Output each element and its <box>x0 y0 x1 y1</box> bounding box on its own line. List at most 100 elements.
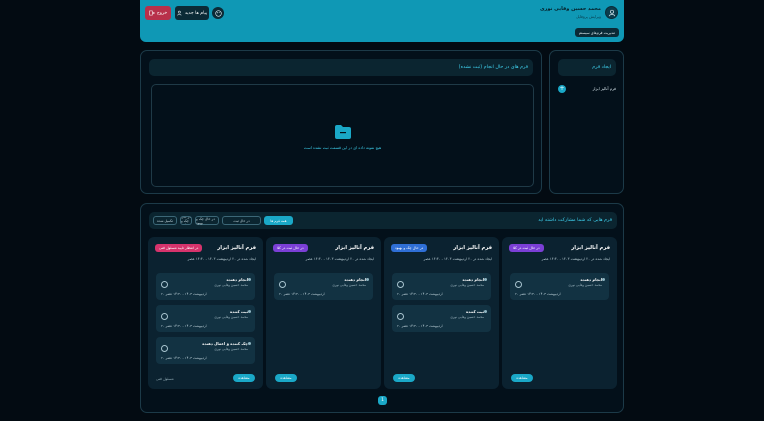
logout-button[interactable]: خروج <box>145 6 171 20</box>
status-badge: در حال ثبت در کلا <box>509 244 544 252</box>
status-badge: در حال چک و بهبود <box>391 244 428 252</box>
tab-completed[interactable]: تکمیل شده <box>153 216 177 225</box>
participant-name: محمد حسین وفایی نوری <box>332 283 366 287</box>
in-progress-panel: فرم های در حال انجام (ثبت نشده) هیچ نمون… <box>140 50 542 194</box>
logout-label: خروج <box>156 10 168 16</box>
pagination-page-1[interactable]: 1 <box>378 396 387 405</box>
user-icon <box>161 345 168 352</box>
view-button[interactable]: مشاهده <box>511 374 533 382</box>
in-progress-title-bar: فرم های در حال انجام (ثبت نشده) <box>149 59 533 76</box>
logout-icon <box>149 10 155 16</box>
form-created-date: ایجاد شده در ۲۰ اردیبهشت ۱۴۰۳ - ۱۴:۳۰ عص… <box>423 257 492 261</box>
view-button[interactable]: مشاهده <box>275 374 297 382</box>
create-form-panel: ایجاد فرم فرم آنالیز ابزار + <box>549 50 624 194</box>
in-progress-title: فرم های در حال انجام (ثبت نشده) <box>458 65 528 70</box>
form-created-date: ایجاد شده در ۲۰ اردیبهشت ۱۴۰۳ - ۱۴:۳۰ عص… <box>305 257 374 261</box>
empty-state-box: هیچ نمونه داده ای در این قسمت ثبت نشده ا… <box>151 84 534 187</box>
participant-date: ۲۰ اردیبهشت ۱۴۰۳ - ۱۴:۳۰ عصر <box>161 324 207 328</box>
user-icon <box>397 313 404 320</box>
participant-name: محمد حسین وفایی نوری <box>450 315 484 319</box>
participant-date: ۲۰ اردیبهشت ۱۴۰۳ - ۱۴:۳۰ عصر <box>397 292 443 296</box>
participant-name: محمد حسین وفایی نوری <box>214 283 248 287</box>
form-title: فرم آنالیز ابزار <box>217 245 256 251</box>
admin-button[interactable]: مدیریت فرم‌های سیستم <box>574 28 619 37</box>
form-created-date: ایجاد شده در ۲۰ اردیبهشت ۱۴۰۳ - ۱۴:۳۰ عص… <box>187 257 256 261</box>
user-icon <box>161 313 168 320</box>
sidebar-item-label: فرم آنالیز ابزار <box>592 86 616 91</box>
user-icon <box>161 281 168 288</box>
participant-card: انجام دهنده محمد حسین وفایی نوری ۲۰ اردی… <box>510 273 609 300</box>
footer-note: مسئول فنی <box>156 377 174 381</box>
empty-state-text: هیچ نمونه داده ای در این قسمت ثبت نشده ا… <box>303 145 382 150</box>
participant-role: انجام دهنده <box>226 277 248 282</box>
tab-completed-label: تکمیل شده <box>157 218 173 223</box>
admin-label: مدیریت فرم‌های سیستم <box>578 30 615 35</box>
status-badge: در حال ثبت در کلا <box>273 244 308 252</box>
participant-role: چک کننده و اعمال دهنده <box>202 341 248 346</box>
user-icon <box>279 281 286 288</box>
tab-check-approve[interactable]: در حال چک و تایید <box>180 216 192 225</box>
info-icon <box>602 278 605 281</box>
participant-role: انجام دهنده <box>580 277 602 282</box>
tab-check-approve-label: در حال چک و تایید <box>181 216 191 225</box>
participant-date: ۲۰ اردیبهشت ۱۴۰۳ - ۱۴:۳۰ عصر <box>161 356 207 360</box>
tab-check-improve-label: در حال چک و بهبود <box>196 216 215 225</box>
participant-role: ثبت کننده <box>229 309 248 314</box>
participant-card: انجام دهنده محمد حسین وفایی نوری ۲۰ اردی… <box>392 273 491 300</box>
status-badge: در انتظار تایید مسئول فنی <box>155 244 203 252</box>
requests-label: پیام ها جدید <box>184 10 208 16</box>
tab-registering[interactable]: در حال ثبت <box>222 216 261 225</box>
tab-all[interactable]: همه فرم ها <box>264 216 293 225</box>
tab-check-improve[interactable]: در حال چک و بهبود <box>195 216 219 225</box>
view-label: مشاهده <box>238 376 250 380</box>
create-form-title: ایجاد فرم <box>592 65 611 70</box>
create-form-title-bar: ایجاد فرم <box>558 59 616 76</box>
info-icon <box>248 342 251 345</box>
form-title: فرم آنالیز ابزار <box>453 245 492 251</box>
folder-icon <box>335 125 351 139</box>
info-icon <box>484 310 487 313</box>
participant-card: ثبت کننده محمد حسین وفایی نوری ۲۰ اردیبه… <box>392 305 491 332</box>
participant-card: انجام دهنده محمد حسین وفایی نوری ۲۰ اردی… <box>156 273 255 300</box>
form-created-date: ایجاد شده در ۲۰ اردیبهشت ۱۴۰۳ - ۱۴:۳۰ عص… <box>541 257 610 261</box>
form-column: فرم آنالیز ابزار در حال چک و بهبود ایجاد… <box>384 237 499 389</box>
participant-name: محمد حسین وفایی نوری <box>214 347 248 351</box>
user-avatar[interactable] <box>605 6 618 19</box>
participant-role: ثبت کننده <box>465 309 484 314</box>
header-bar: محمد حسین وفایی نوری ویرایش پروفایل پیام… <box>140 0 624 42</box>
form-column: فرم آنالیز ابزار در حال ثبت در کلا ایجاد… <box>266 237 381 389</box>
participant-card: انجام دهنده محمد حسین وفایی نوری ۲۰ اردی… <box>274 273 373 300</box>
participant-role: انجام دهنده <box>462 277 484 282</box>
form-title: فرم آنالیز ابزار <box>335 245 374 251</box>
page-number: 1 <box>381 398 384 403</box>
palette-icon <box>214 9 222 17</box>
tab-all-label: همه فرم ها <box>270 218 287 223</box>
add-icon[interactable]: + <box>558 85 566 93</box>
user-icon <box>515 281 522 288</box>
sidebar-item-tool-analysis[interactable]: فرم آنالیز ابزار + <box>558 85 616 94</box>
user-name: محمد حسین وفایی نوری <box>539 6 601 12</box>
user-icon <box>397 281 404 288</box>
view-label: مشاهده <box>398 376 410 380</box>
view-label: مشاهده <box>516 376 528 380</box>
view-label: مشاهده <box>280 376 292 380</box>
view-button[interactable]: مشاهده <box>233 374 255 382</box>
form-column: فرم آنالیز ابزار در حال ثبت در کلا ایجاد… <box>502 237 617 389</box>
participant-date: ۲۰ اردیبهشت ۱۴۰۳ - ۱۴:۳۰ عصر <box>161 292 207 296</box>
info-icon <box>248 310 251 313</box>
users-icon <box>177 10 182 16</box>
participant-role: انجام دهنده <box>344 277 366 282</box>
form-column: فرم آنالیز ابزار در انتظار تایید مسئول ف… <box>148 237 263 389</box>
info-icon <box>366 278 369 281</box>
participant-date: ۲۰ اردیبهشت ۱۴۰۳ - ۱۴:۳۰ عصر <box>279 292 325 296</box>
participant-name: محمد حسین وفایی نوری <box>214 315 248 319</box>
participation-title: فرم هایی که شما مشارکت داشته اید <box>538 218 612 223</box>
participant-name: محمد حسین وفایی نوری <box>568 283 602 287</box>
info-icon <box>248 278 251 281</box>
participant-date: ۲۰ اردیبهشت ۱۴۰۳ - ۱۴:۳۰ عصر <box>397 324 443 328</box>
view-button[interactable]: مشاهده <box>393 374 415 382</box>
form-title: فرم آنالیز ابزار <box>571 245 610 251</box>
user-role[interactable]: ویرایش پروفایل <box>576 14 601 19</box>
theme-toggle-button[interactable] <box>212 7 224 19</box>
requests-button[interactable]: پیام ها جدید <box>175 6 209 20</box>
